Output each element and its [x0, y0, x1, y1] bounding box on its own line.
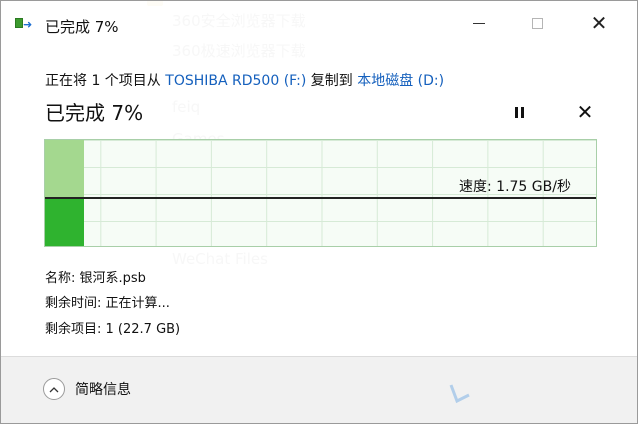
speed-label: 速度: 1.75 GB/秒 — [459, 179, 571, 195]
stop-icon: ✕ — [576, 100, 594, 124]
copy-progress-icon: ➜ — [15, 18, 35, 32]
title-bar[interactable]: ➜ 已完成 7% ✕ — [1, 1, 637, 45]
minimize-icon — [473, 22, 485, 24]
speed-fill — [45, 197, 84, 246]
copy-middle: 复制到 — [306, 73, 358, 89]
maximize-button[interactable] — [517, 7, 557, 39]
speed-line — [45, 197, 596, 199]
progress-heading: 已完成 7% — [45, 101, 144, 125]
maximize-icon — [531, 17, 543, 29]
close-icon: ✕ — [590, 11, 608, 35]
dialog-footer: 简略信息 — [1, 357, 637, 423]
copy-description: 正在将 1 个项目从 TOSHIBA RD500 (F:) 复制到 本地磁盘 (… — [45, 70, 444, 90]
file-name: 名称: 银河系.psb — [45, 271, 146, 286]
stop-button[interactable]: ✕ — [573, 99, 597, 125]
items-remaining: 剩余项目: 1 (22.7 GB) — [45, 322, 181, 337]
copy-prefix: 正在将 1 个项目从 — [45, 73, 166, 89]
pause-button[interactable] — [507, 99, 531, 125]
close-button[interactable]: ✕ — [579, 7, 619, 39]
time-remaining: 剩余时间: 正在计算... — [45, 296, 170, 311]
watermark-icon — [449, 384, 470, 404]
source-link[interactable]: TOSHIBA RD500 (F:) — [165, 73, 306, 89]
window-title: 已完成 7% — [45, 18, 119, 36]
chevron-up-icon — [43, 378, 65, 400]
less-details-button[interactable]: 简略信息 — [43, 378, 131, 400]
minimize-button[interactable] — [459, 7, 499, 39]
destination-link[interactable]: 本地磁盘 (D:) — [357, 73, 444, 89]
less-details-label: 简略信息 — [75, 382, 131, 398]
copy-progress-dialog: ➜ 已完成 7% ✕ 正在将 1 个项目从 TOSHIBA RD500 (F:)… — [0, 0, 638, 424]
pause-icon — [514, 106, 524, 118]
